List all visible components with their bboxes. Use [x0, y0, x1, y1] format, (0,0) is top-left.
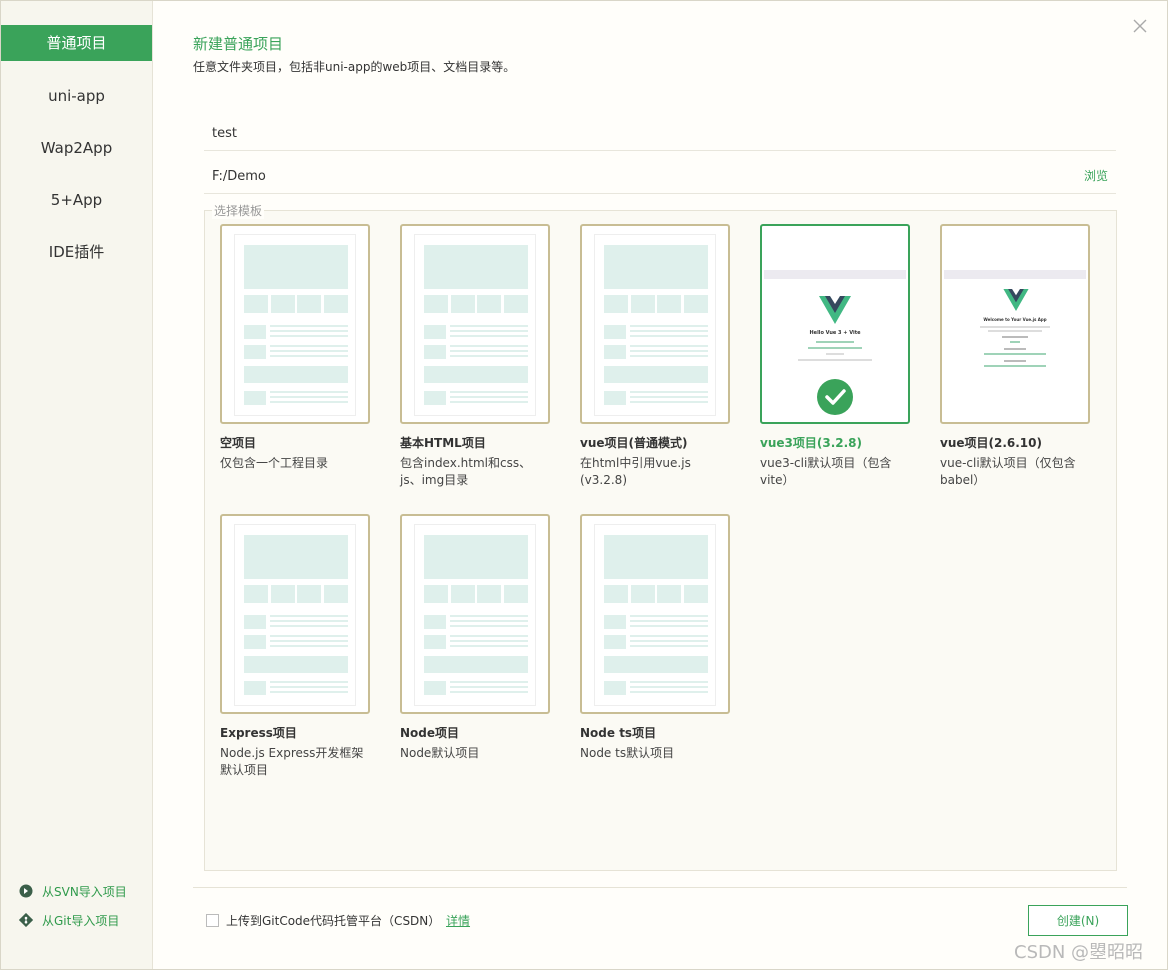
project-name-input[interactable]: [204, 115, 1116, 151]
new-project-dialog: 普通项目 uni-app Wap2App 5+App IDE插件 从SVN导入项…: [0, 0, 1168, 970]
template-desc: 在html中引用vue.js (v3.2.8): [580, 456, 691, 487]
selected-check-icon: [817, 379, 853, 415]
page-mockup-icon: [414, 234, 536, 416]
template-card-express[interactable]: Express项目 Node.js Express开发框架默认项目: [220, 514, 370, 779]
footer-divider: [193, 887, 1127, 888]
vue3-preview-heading: Hello Vue 3 + Vite: [809, 330, 861, 336]
vue-logo-icon: [819, 296, 851, 324]
template-name: Node ts项目: [580, 726, 657, 740]
template-name: Node项目: [400, 726, 460, 740]
template-thumbnail: [400, 514, 550, 714]
template-card-node[interactable]: Node项目 Node默认项目: [400, 514, 550, 762]
sidebar-item-normal-project[interactable]: 普通项目: [1, 25, 152, 61]
template-card-vue2[interactable]: Welcome to Your Vue.js App vue项目(2.6.10)…: [940, 224, 1090, 489]
sidebar-item-wap2app[interactable]: Wap2App: [1, 130, 152, 166]
page-mockup-icon: [594, 234, 716, 416]
template-thumbnail: [220, 514, 370, 714]
page-mockup-icon: [414, 524, 536, 706]
vue2-preview-heading: Welcome to Your Vue.js App: [983, 317, 1047, 322]
browse-button[interactable]: 浏览: [1084, 167, 1108, 184]
page-subtitle: 任意文件夹项目，包括非uni-app的web项目、文档目录等。: [193, 60, 516, 74]
create-button[interactable]: 创建(N): [1028, 905, 1128, 936]
page-mockup-icon: [594, 524, 716, 706]
vue-logo-icon: [1003, 289, 1029, 311]
template-legend: 选择模板: [212, 202, 265, 219]
template-desc: Node.js Express开发框架默认项目: [220, 746, 364, 777]
import-links: 从SVN导入项目 从Git导入项目: [19, 881, 127, 939]
template-card-basic-html[interactable]: 基本HTML项目 包含index.html和css、js、img目录: [400, 224, 550, 489]
upload-gitcode-checkbox[interactable]: [206, 914, 219, 927]
close-icon[interactable]: [1131, 17, 1149, 35]
page-title: 新建普通项目: [193, 35, 284, 53]
svn-icon: [19, 884, 33, 898]
sidebar-nav: uni-app Wap2App 5+App IDE插件: [1, 61, 152, 270]
template-desc: vue3-cli默认项目（包含vite）: [760, 456, 892, 487]
template-thumbnail: [400, 224, 550, 424]
page-mockup-icon: [234, 524, 356, 706]
template-name: vue项目(普通模式): [580, 436, 688, 450]
import-git-link[interactable]: 从Git导入项目: [19, 910, 127, 930]
template-name: 空项目: [220, 436, 257, 450]
page-mockup-icon: [234, 234, 356, 416]
template-name: Express项目: [220, 726, 297, 740]
sidebar-item-ide-plugin[interactable]: IDE插件: [1, 234, 152, 270]
template-card-node-ts[interactable]: Node ts项目 Node ts默认项目: [580, 514, 730, 762]
template-desc: Node默认项目: [400, 746, 480, 760]
template-thumbnail: Hello Vue 3 + Vite: [760, 224, 910, 424]
detail-link[interactable]: 详情: [446, 912, 470, 929]
location-input[interactable]: [204, 158, 1116, 194]
git-icon: [19, 913, 33, 927]
template-desc: 仅包含一个工程目录: [220, 456, 329, 470]
import-svn-link[interactable]: 从SVN导入项目: [19, 881, 127, 901]
location-field: 浏览: [204, 158, 1116, 194]
watermark: CSDN @曌昭昭: [1014, 942, 1144, 963]
sidebar-item-uni-app[interactable]: uni-app: [1, 78, 152, 114]
import-svn-label: 从SVN导入项目: [42, 884, 127, 899]
template-name: vue项目(2.6.10): [940, 436, 1042, 450]
import-git-label: 从Git导入项目: [42, 913, 120, 928]
sidebar-item-5plus-app[interactable]: 5+App: [1, 182, 152, 218]
template-name: 基本HTML项目: [400, 436, 486, 450]
template-card-vue3[interactable]: Hello Vue 3 + Vite vue3项目(3.2.8) vue3-cl…: [760, 224, 910, 489]
template-card-empty[interactable]: 空项目 仅包含一个工程目录: [220, 224, 370, 472]
template-desc: vue-cli默认项目（仅包含babel）: [940, 456, 1076, 487]
template-card-vue-normal[interactable]: vue项目(普通模式) 在html中引用vue.js (v3.2.8): [580, 224, 730, 489]
template-desc: 包含index.html和css、js、img目录: [400, 456, 532, 487]
project-name-field: [204, 115, 1116, 151]
template-desc: Node ts默认项目: [580, 746, 675, 760]
upload-gitcode-label: 上传到GitCode代码托管平台（CSDN）: [226, 914, 441, 928]
vue3-preview: Hello Vue 3 + Vite: [764, 270, 906, 374]
template-thumbnail: [220, 224, 370, 424]
sidebar: 普通项目 uni-app Wap2App 5+App IDE插件 从SVN导入项…: [1, 1, 153, 969]
template-thumbnail: [580, 224, 730, 424]
vue2-preview: Welcome to Your Vue.js App: [944, 270, 1086, 374]
template-thumbnail: Welcome to Your Vue.js App: [940, 224, 1090, 424]
template-name: vue3项目(3.2.8): [760, 436, 862, 450]
template-thumbnail: [580, 514, 730, 714]
